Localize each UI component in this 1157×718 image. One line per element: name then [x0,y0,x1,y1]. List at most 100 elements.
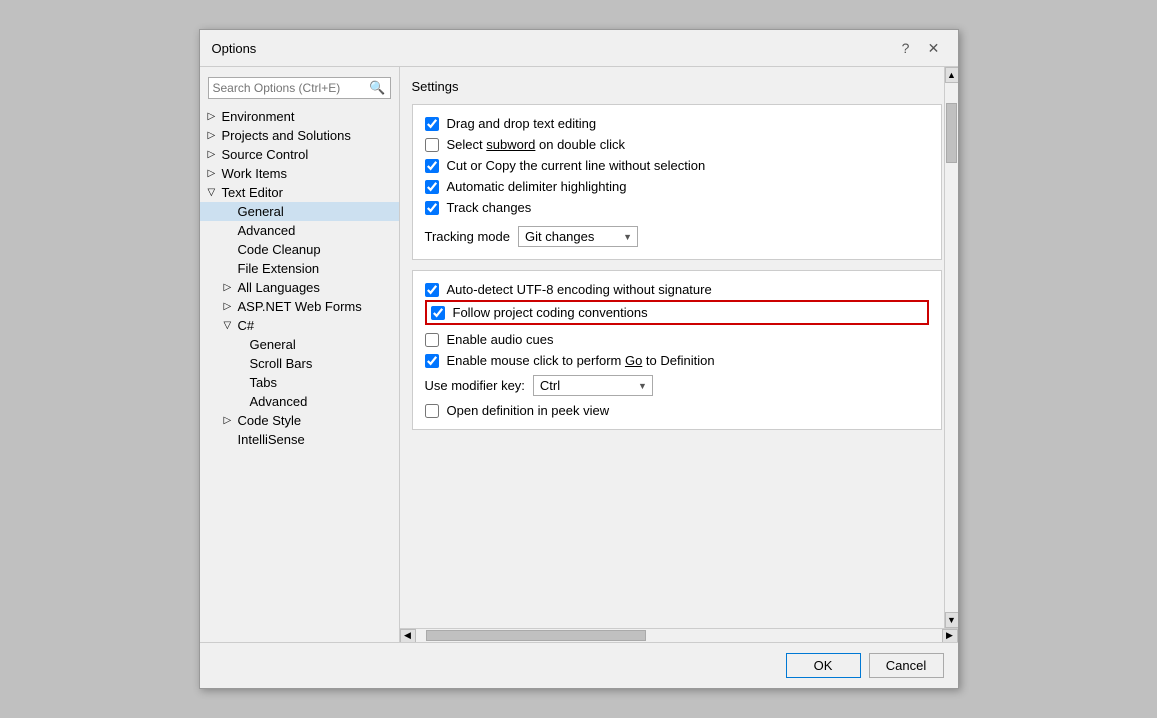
tree-label-projects-solutions: Projects and Solutions [222,128,351,143]
tree-arrow-aspnet-web-forms: ▷ [224,301,234,312]
tree-arrow-environment: ▷ [208,111,218,122]
setting-audio-cues: Enable audio cues [425,329,929,350]
close-button[interactable]: ✕ [922,38,946,58]
scroll-down-button[interactable]: ▼ [945,612,958,628]
tree: ▷Environment▷Projects and Solutions▷Sour… [200,107,399,636]
checkbox-mouse-go[interactable] [425,354,439,368]
tree-item-source-control[interactable]: ▷Source Control [200,145,399,164]
checkbox-track-changes[interactable] [425,201,439,215]
tree-label-intellisense: IntelliSense [238,432,305,447]
modifier-key-row: Use modifier key: Ctrl Alt Ctrl+Alt [425,371,929,400]
scroll-track-v[interactable] [945,83,958,612]
tree-item-intellisense[interactable]: IntelliSense [200,430,399,449]
checkbox-select-subword[interactable] [425,138,439,152]
checkbox-utf8[interactable] [425,283,439,297]
tracking-mode-select[interactable]: Git changes None Track Changes [518,226,638,247]
dialog-footer: OK Cancel [200,642,958,688]
tree-item-text-editor[interactable]: ▽Text Editor [200,183,399,202]
ok-button[interactable]: OK [786,653,861,678]
checkbox-peek-view[interactable] [425,404,439,418]
tree-label-csharp: C# [238,318,255,333]
tracking-mode-row: Tracking mode Git changes None Track Cha… [425,222,929,251]
tree-label-source-control: Source Control [222,147,309,162]
checkbox-drag-drop[interactable] [425,117,439,131]
tree-label-environment: Environment [222,109,295,124]
scroll-track-h[interactable] [416,629,942,642]
tree-label-all-languages: All Languages [238,280,320,295]
scroll-up-button[interactable]: ▲ [945,67,958,83]
tree-arrow-projects-solutions: ▷ [208,130,218,141]
tree-item-csharp[interactable]: ▽ C# [200,316,399,335]
tree-label-general: General [238,204,284,219]
tree-item-projects-solutions[interactable]: ▷ Projects and Solutions [200,126,399,145]
horizontal-scrollbar[interactable]: ◀ ▶ [400,628,958,642]
label-select-subword: Select subword on double click [447,137,626,152]
tree-label-csharp-advanced: Advanced [250,394,308,409]
label-follow-conventions: Follow project coding conventions [453,305,648,320]
tree-arrow-csharp: ▽ [224,320,234,331]
vertical-scrollbar[interactable]: ▲ ▼ [944,67,958,628]
setting-mouse-go: Enable mouse click to perform Go to Defi… [425,350,929,371]
setting-cut-copy: Cut or Copy the current line without sel… [425,155,929,176]
tree-item-csharp-advanced[interactable]: Advanced [200,392,399,411]
tree-arrow-all-languages: ▷ [224,282,234,293]
tree-item-file-extension[interactable]: File Extension [200,259,399,278]
tree-item-aspnet-web-forms[interactable]: ▷ ASP.NET Web Forms [200,297,399,316]
search-box[interactable]: 🔍 [208,77,391,99]
setting-select-subword: Select subword on double click [425,134,929,155]
left-panel: 🔍 ▷Environment▷Projects and Solutions▷So… [200,67,400,642]
scroll-left-button[interactable]: ◀ [400,629,416,643]
label-auto-delimiter: Automatic delimiter highlighting [447,179,627,194]
tree-label-aspnet-web-forms: ASP.NET Web Forms [238,299,362,314]
scroll-thumb-v[interactable] [946,103,957,163]
setting-follow-conventions: Follow project coding conventions [425,300,929,325]
setting-drag-drop: Drag and drop text editing [425,113,929,134]
label-drag-drop: Drag and drop text editing [447,116,597,131]
tree-label-code-cleanup: Code Cleanup [238,242,321,257]
checkbox-auto-delimiter[interactable] [425,180,439,194]
title-bar: Options ? ✕ [200,30,958,67]
modifier-key-select-wrapper: Ctrl Alt Ctrl+Alt [533,375,653,396]
tree-item-work-items[interactable]: ▷Work Items [200,164,399,183]
tree-label-advanced: Advanced [238,223,296,238]
checkbox-cut-copy[interactable] [425,159,439,173]
settings-content: Settings Drag and drop text editing Sele… [400,67,958,628]
tree-label-scroll-bars: Scroll Bars [250,356,313,371]
scroll-thumb-h[interactable] [426,630,646,641]
label-utf8: Auto-detect UTF-8 encoding without signa… [447,282,712,297]
checkbox-audio-cues[interactable] [425,333,439,347]
label-peek-view: Open definition in peek view [447,403,610,418]
tree-arrow-code-style: ▷ [224,415,234,426]
search-icon: 🔍 [369,80,385,96]
label-audio-cues: Enable audio cues [447,332,554,347]
tree-item-code-cleanup[interactable]: Code Cleanup [200,240,399,259]
tree-item-code-style[interactable]: ▷Code Style [200,411,399,430]
tracking-mode-label: Tracking mode [425,229,511,244]
tree-item-csharp-general[interactable]: General [200,335,399,354]
help-button[interactable]: ? [894,38,918,58]
tree-arrow-text-editor: ▽ [208,187,218,198]
tree-item-all-languages[interactable]: ▷ All Languages [200,278,399,297]
tree-item-environment[interactable]: ▷ Environment [200,107,399,126]
settings-title: Settings [412,79,942,94]
modifier-key-select[interactable]: Ctrl Alt Ctrl+Alt [533,375,653,396]
right-scroll-area: Settings Drag and drop text editing Sele… [400,67,958,628]
settings-group-1: Drag and drop text editing Select subwor… [412,104,942,260]
tree-item-scroll-bars[interactable]: Scroll Bars [200,354,399,373]
cancel-button[interactable]: Cancel [869,653,944,678]
tree-item-tabs[interactable]: Tabs [200,373,399,392]
tracking-mode-select-wrapper: Git changes None Track Changes [518,226,638,247]
tree-item-advanced[interactable]: Advanced [200,221,399,240]
checkbox-follow-conventions[interactable] [431,306,445,320]
setting-utf8: Auto-detect UTF-8 encoding without signa… [425,279,929,300]
setting-peek-view: Open definition in peek view [425,400,929,421]
tree-item-general[interactable]: General [200,202,399,221]
tree-arrow-work-items: ▷ [208,168,218,179]
scroll-right-button[interactable]: ▶ [942,629,958,643]
options-dialog: Options ? ✕ 🔍 ▷ Environment ▷ Projects and … [199,29,959,689]
tree-label-tabs: Tabs [250,375,277,390]
search-input[interactable] [213,81,370,95]
label-cut-copy: Cut or Copy the current line without sel… [447,158,706,173]
label-track-changes: Track changes [447,200,532,215]
modifier-key-label: Use modifier key: [425,378,525,393]
